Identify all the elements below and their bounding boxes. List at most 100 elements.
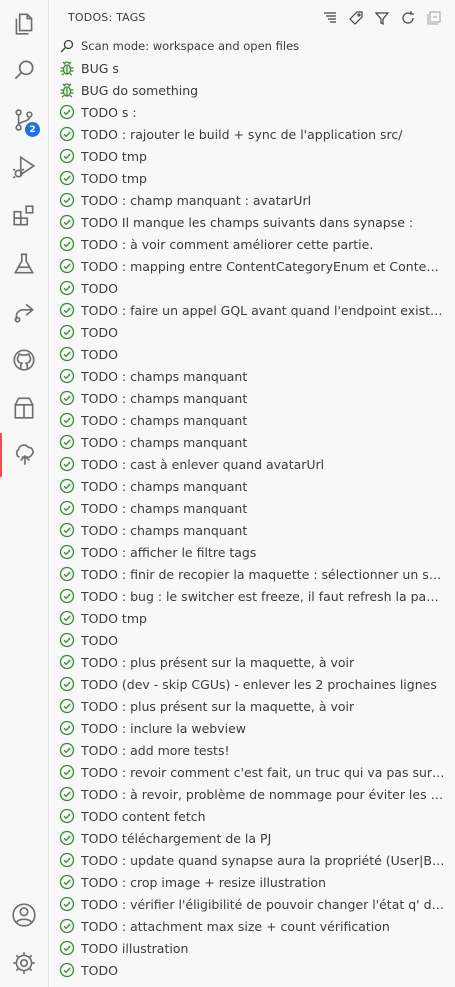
- todo-item[interactable]: TODO: [49, 321, 455, 343]
- todo-item[interactable]: TODO : plus présent sur la maquette, à v…: [49, 651, 455, 673]
- source-control-badge: 2: [25, 122, 40, 137]
- check-circle-icon: [59, 764, 75, 780]
- item-label: TODO : cast à enlever quand avatarUrl: [81, 456, 325, 472]
- todo-item[interactable]: TODO : faire un appel GQL avant quand l'…: [49, 299, 455, 321]
- todo-item[interactable]: TODO : à voir comment améliorer cette pa…: [49, 233, 455, 255]
- item-label: TODO : rajouter le build + sync de l'app…: [81, 126, 403, 142]
- todo-item[interactable]: TODO : mapping entre ContentCategoryEnum…: [49, 255, 455, 277]
- account-icon[interactable]: [0, 893, 48, 937]
- item-label: TODO : champs manquant: [81, 478, 248, 494]
- item-label: BUG do something: [81, 82, 199, 98]
- item-label: TODO s :: [81, 104, 137, 120]
- item-label: TODO : update quand synapse aura la prop…: [81, 852, 446, 868]
- bug-item[interactable]: BUG do something: [49, 79, 455, 101]
- todo-item[interactable]: TODO: [49, 277, 455, 299]
- item-label: TODO : add more tests!: [81, 742, 230, 758]
- filter-icon[interactable]: [373, 9, 391, 27]
- refresh-icon[interactable]: [399, 9, 417, 27]
- todo-item[interactable]: TODO Il manque les champs suivants dans …: [49, 211, 455, 233]
- todo-item[interactable]: TODO : crop image + resize illustration: [49, 871, 455, 893]
- todo-item[interactable]: TODO (dev - skip CGUs) - enlever les 2 p…: [49, 673, 455, 695]
- todo-item[interactable]: TODO : add more tests!: [49, 739, 455, 761]
- todo-item[interactable]: TODO : inclure la webview: [49, 717, 455, 739]
- check-circle-icon: [59, 786, 75, 802]
- run-debug-icon[interactable]: [0, 145, 48, 189]
- todo-tree-list: Scan mode: workspace and open files BUG …: [49, 35, 455, 981]
- check-circle-icon: [59, 346, 75, 362]
- settings-gear-icon[interactable]: [0, 941, 48, 985]
- item-label: TODO : plus présent sur la maquette, à v…: [81, 654, 355, 670]
- todo-item[interactable]: TODO tmp: [49, 167, 455, 189]
- todo-item[interactable]: TODO : champs manquant: [49, 497, 455, 519]
- check-circle-icon: [59, 962, 75, 978]
- item-label: TODO: [81, 632, 118, 648]
- extensions-icon[interactable]: [0, 194, 48, 238]
- expand-tree-icon[interactable]: [321, 9, 339, 27]
- remote-share-icon[interactable]: [0, 290, 48, 334]
- todo-item[interactable]: TODO : plus présent sur la maquette, à v…: [49, 695, 455, 717]
- bug-icon: [59, 82, 75, 98]
- todo-item[interactable]: TODO : champ manquant : avatarUrl: [49, 189, 455, 211]
- testing-icon[interactable]: [0, 242, 48, 286]
- check-circle-icon: [59, 456, 75, 472]
- check-circle-icon: [59, 478, 75, 494]
- todo-item[interactable]: TODO: [49, 343, 455, 365]
- todo-item[interactable]: TODO : afficher le filtre tags: [49, 541, 455, 563]
- check-circle-icon: [59, 412, 75, 428]
- check-circle-icon: [59, 390, 75, 406]
- todo-item[interactable]: TODO : à revoir, problème de nommage pou…: [49, 783, 455, 805]
- item-label: TODO : champs manquant: [81, 500, 248, 516]
- item-label: TODO : champs manquant: [81, 522, 248, 538]
- todo-item[interactable]: TODO illustration: [49, 937, 455, 959]
- todo-item[interactable]: TODO : champs manquant: [49, 409, 455, 431]
- item-label: TODO : champ manquant : avatarUrl: [81, 192, 312, 208]
- todo-item[interactable]: TODO : rajouter le build + sync de l'app…: [49, 123, 455, 145]
- todo-item[interactable]: TODO tmp: [49, 145, 455, 167]
- todo-item[interactable]: TODO : champs manquant: [49, 431, 455, 453]
- item-label: TODO : champs manquant: [81, 368, 248, 384]
- item-label: TODO: [81, 962, 118, 978]
- check-circle-icon: [59, 192, 75, 208]
- source-control-icon[interactable]: 2: [0, 98, 48, 142]
- todo-item[interactable]: TODO content fetch: [49, 805, 455, 827]
- todo-item[interactable]: TODO : champs manquant: [49, 387, 455, 409]
- todo-item[interactable]: TODO : bug : le switcher est freeze, il …: [49, 585, 455, 607]
- check-circle-icon: [59, 522, 75, 538]
- check-circle-icon: [59, 368, 75, 384]
- todo-item[interactable]: TODO téléchargement de la PJ: [49, 827, 455, 849]
- explorer-icon[interactable]: [0, 2, 48, 46]
- search-icon[interactable]: [0, 48, 48, 92]
- check-circle-icon: [59, 830, 75, 846]
- containers-icon[interactable]: [0, 386, 48, 430]
- todo-item[interactable]: TODO : attachment max size + count vérif…: [49, 915, 455, 937]
- todo-item[interactable]: TODO : champs manquant: [49, 519, 455, 541]
- sidebar-header: TODOS: TAGS: [49, 0, 455, 35]
- bug-item[interactable]: BUG s: [49, 57, 455, 79]
- scan-mode-row[interactable]: Scan mode: workspace and open files: [49, 35, 455, 57]
- item-label: TODO : bug : le switcher est freeze, il …: [81, 588, 446, 604]
- todo-item[interactable]: TODO : vérifier l'éligibilité de pouvoir…: [49, 893, 455, 915]
- item-label: TODO : plus présent sur la maquette, à v…: [81, 698, 355, 714]
- todo-item[interactable]: TODO tmp: [49, 607, 455, 629]
- todo-item[interactable]: TODO : champs manquant: [49, 365, 455, 387]
- todo-item[interactable]: TODO s :: [49, 101, 455, 123]
- todo-item[interactable]: TODO : cast à enlever quand avatarUrl: [49, 453, 455, 475]
- todo-item[interactable]: TODO : revoir comment c'est fait, un tru…: [49, 761, 455, 783]
- collapse-all-icon[interactable]: [425, 9, 443, 27]
- item-label: TODO Il manque les champs suivants dans …: [81, 214, 414, 230]
- check-circle-icon: [59, 324, 75, 340]
- todo-item[interactable]: TODO: [49, 959, 455, 981]
- todo-item[interactable]: TODO : update quand synapse aura la prop…: [49, 849, 455, 871]
- item-label: TODO tmp: [81, 170, 147, 186]
- todo-item[interactable]: TODO: [49, 629, 455, 651]
- todo-tree-icon[interactable]: [0, 433, 48, 477]
- github-icon[interactable]: [0, 338, 48, 382]
- check-circle-icon: [59, 302, 75, 318]
- tag-icon[interactable]: [347, 9, 365, 27]
- item-label: TODO : à revoir, problème de nommage pou…: [81, 786, 446, 802]
- todo-item[interactable]: TODO : champs manquant: [49, 475, 455, 497]
- check-circle-icon: [59, 654, 75, 670]
- activity-bar: 2: [0, 0, 49, 987]
- item-label: TODO téléchargement de la PJ: [81, 830, 272, 846]
- todo-item[interactable]: TODO : finir de recopier la maquette : s…: [49, 563, 455, 585]
